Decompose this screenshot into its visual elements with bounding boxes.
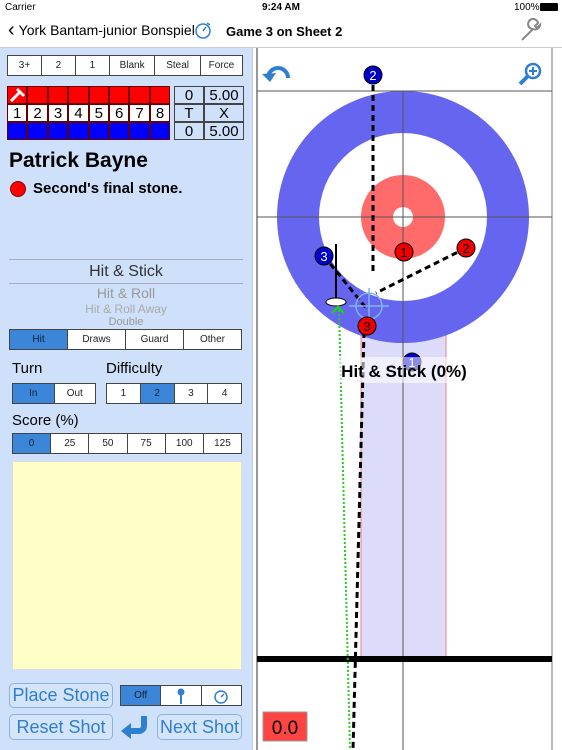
broom-marker [325,297,347,307]
blue-stone-2[interactable]: 2 [363,65,383,85]
red-stone-2[interactable]: 2 [456,238,476,258]
undo-arrowhead [262,73,276,82]
stone-number: 2 [462,241,469,256]
stone-number: 2 [369,68,376,83]
shot-label: Hit & Stick (0%) [341,362,467,381]
red-stone-3[interactable]: 3 [357,316,377,336]
red-stone-1[interactable]: 1 [394,242,414,262]
timer-value: 0.0 [272,718,298,739]
zoom-in-icon [518,62,542,86]
curling-sheet[interactable]: 231123 Hit & Stick (0%) 0.0 [0,0,562,750]
stone-number: 3 [363,319,370,334]
blue-stone-3[interactable]: 3 [314,246,334,266]
stone-number: 1 [400,245,407,260]
stone-number: 3 [320,249,327,264]
